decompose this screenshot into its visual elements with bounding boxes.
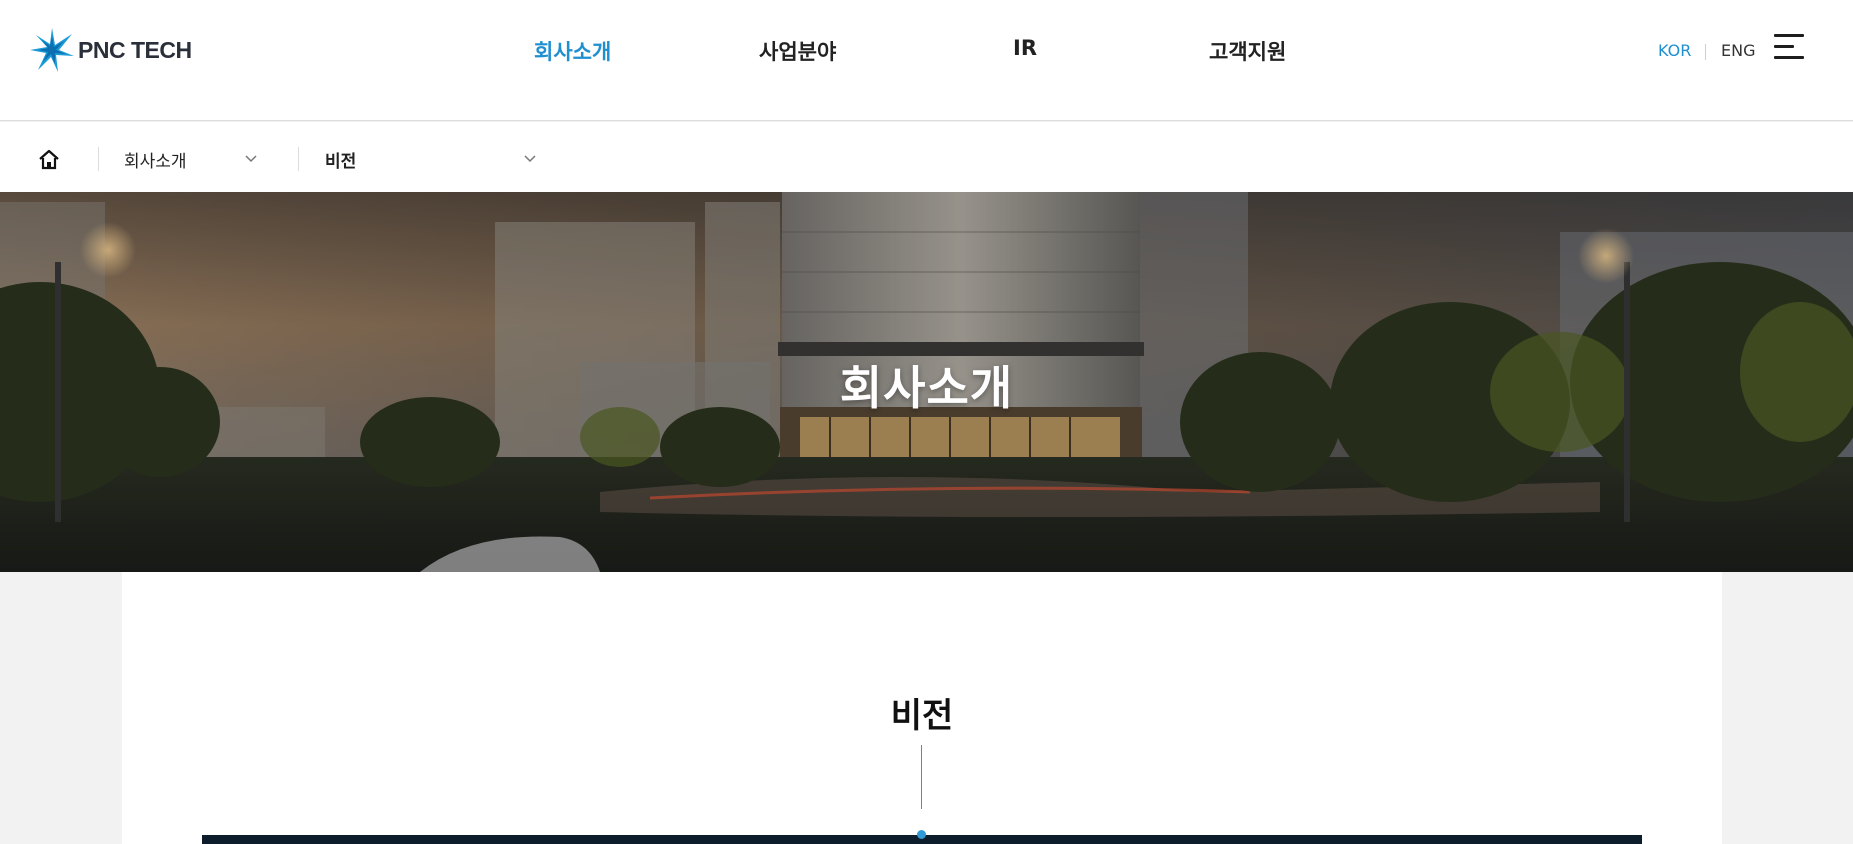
nav-company[interactable]: 회사소개	[534, 36, 611, 66]
chevron-down-icon	[524, 155, 536, 163]
lang-eng-link[interactable]: ENG	[1721, 41, 1755, 60]
lang-kor-link[interactable]: KOR	[1658, 41, 1691, 60]
location-bar: 회사소개 비전	[0, 122, 1853, 192]
content-area: 비전	[122, 572, 1722, 844]
location-divider	[298, 147, 299, 171]
chevron-down-icon	[245, 155, 257, 163]
location-depth1-dropdown[interactable]: 회사소개	[124, 146, 264, 172]
home-icon[interactable]	[36, 148, 62, 172]
site-header: PNC TECH 회사소개 사업분야 IR 고객지원 KOR ENG	[0, 0, 1853, 121]
logo[interactable]: PNC TECH	[28, 26, 192, 74]
location-divider	[98, 147, 99, 171]
nav-ir[interactable]: IR	[1013, 36, 1037, 60]
hamburger-menu-icon[interactable]	[1774, 34, 1804, 60]
title-accent-dot	[917, 830, 926, 839]
hero-banner: 회사소개	[0, 192, 1853, 572]
location-depth1-label: 회사소개	[124, 151, 187, 172]
section-title: 비전	[890, 696, 954, 736]
title-accent-line	[921, 745, 922, 809]
location-depth2-label: 비전	[325, 151, 357, 172]
location-depth2-dropdown[interactable]: 비전	[325, 146, 545, 172]
logo-star-icon	[30, 28, 74, 72]
lang-divider	[1705, 44, 1706, 60]
nav-business[interactable]: 사업분야	[759, 36, 836, 66]
hero-title: 회사소개	[839, 361, 1014, 415]
logo-text: PNC TECH	[78, 36, 192, 63]
nav-support[interactable]: 고객지원	[1209, 36, 1286, 66]
